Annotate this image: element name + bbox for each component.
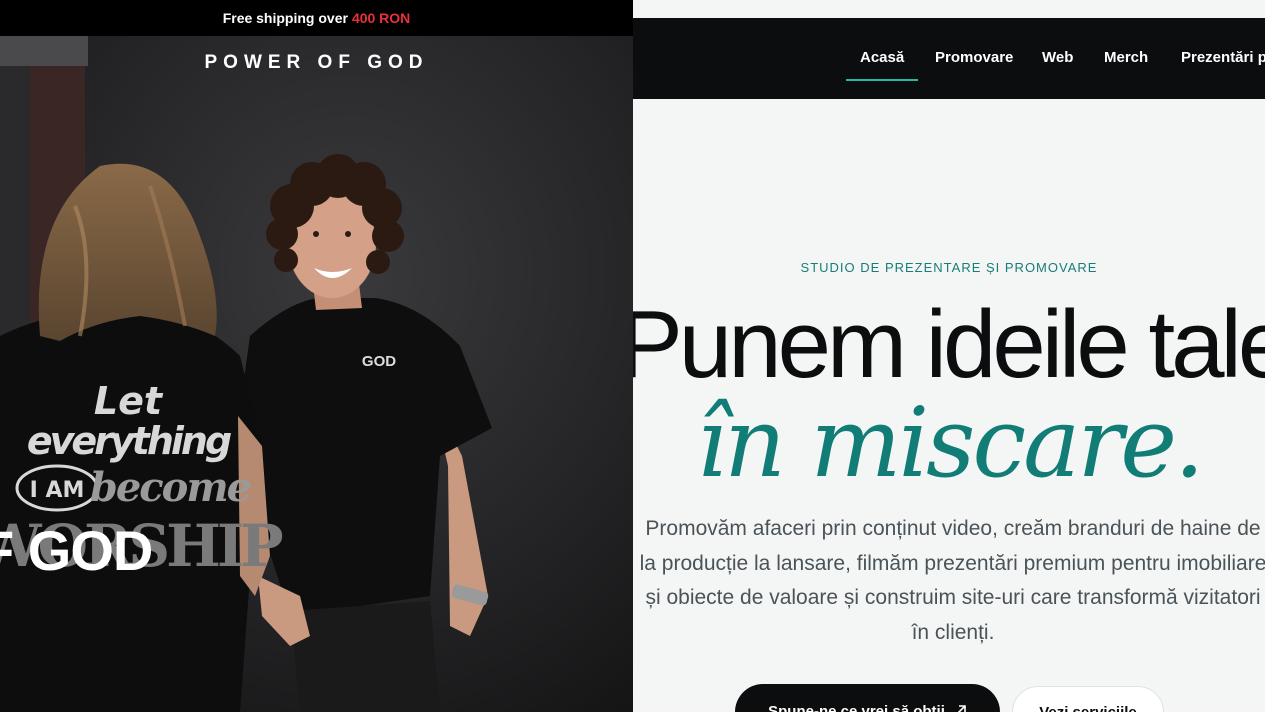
description-line: și obiecte de valoare și construim site-… (645, 586, 1261, 609)
print-line3: become (90, 464, 251, 511)
hero-photo: GOD Let everything I AM become WORSHIP (0, 36, 633, 712)
studio-panel: Acasă Promovare Web Merch Prezentări pr … (633, 0, 1265, 712)
services-button[interactable]: Vezi serviciile (1012, 686, 1164, 712)
contact-cta-label: Spune-ne ce vrei să obții (768, 703, 945, 712)
main-nav: Acasă Promovare Web Merch Prezentări pr (633, 18, 1265, 99)
nav-item-merch[interactable]: Merch (1104, 49, 1148, 66)
contact-cta-button[interactable]: Spune-ne ce vrei să obții (735, 684, 1000, 712)
page-headline: Punem ideile tale (633, 291, 1265, 398)
promo-amount: 400 RON (351, 10, 411, 26)
description-line: Promovăm afaceri prin conținut video, cr… (645, 517, 1261, 540)
nav-item-presentations[interactable]: Prezentări pr (1181, 49, 1265, 66)
page-description: Promovăm afaceri prin conținut video, cr… (633, 512, 1265, 650)
hero-text: F GOD (0, 519, 153, 582)
promo-bar: Free shipping over 400 RON (0, 0, 633, 36)
eyebrow-text: STUDIO DE PREZENTARE ȘI PROMOVARE (800, 260, 1098, 275)
description-line: în clienți. (911, 620, 995, 644)
nav-item-home[interactable]: Acasă (845, 49, 919, 81)
print-line2: everything (27, 419, 231, 463)
print-line1: Let (94, 379, 164, 423)
store-logo[interactable]: POWER OF GOD (0, 52, 633, 74)
print-badge: I AM (30, 478, 85, 503)
chest-logo: GOD (362, 353, 396, 370)
page-headline-accent: în miscare. (696, 387, 1204, 499)
nav-item-promotion[interactable]: Promovare (935, 49, 1013, 66)
nav-item-web[interactable]: Web (1042, 49, 1073, 66)
description-line: la producție la lansare, filmăm prezentă… (639, 551, 1265, 575)
promo-text: Free shipping over (222, 10, 348, 26)
arrow-up-right-icon (955, 703, 967, 712)
store-panel: Free shipping over 400 RON GOD Let every… (0, 0, 633, 712)
